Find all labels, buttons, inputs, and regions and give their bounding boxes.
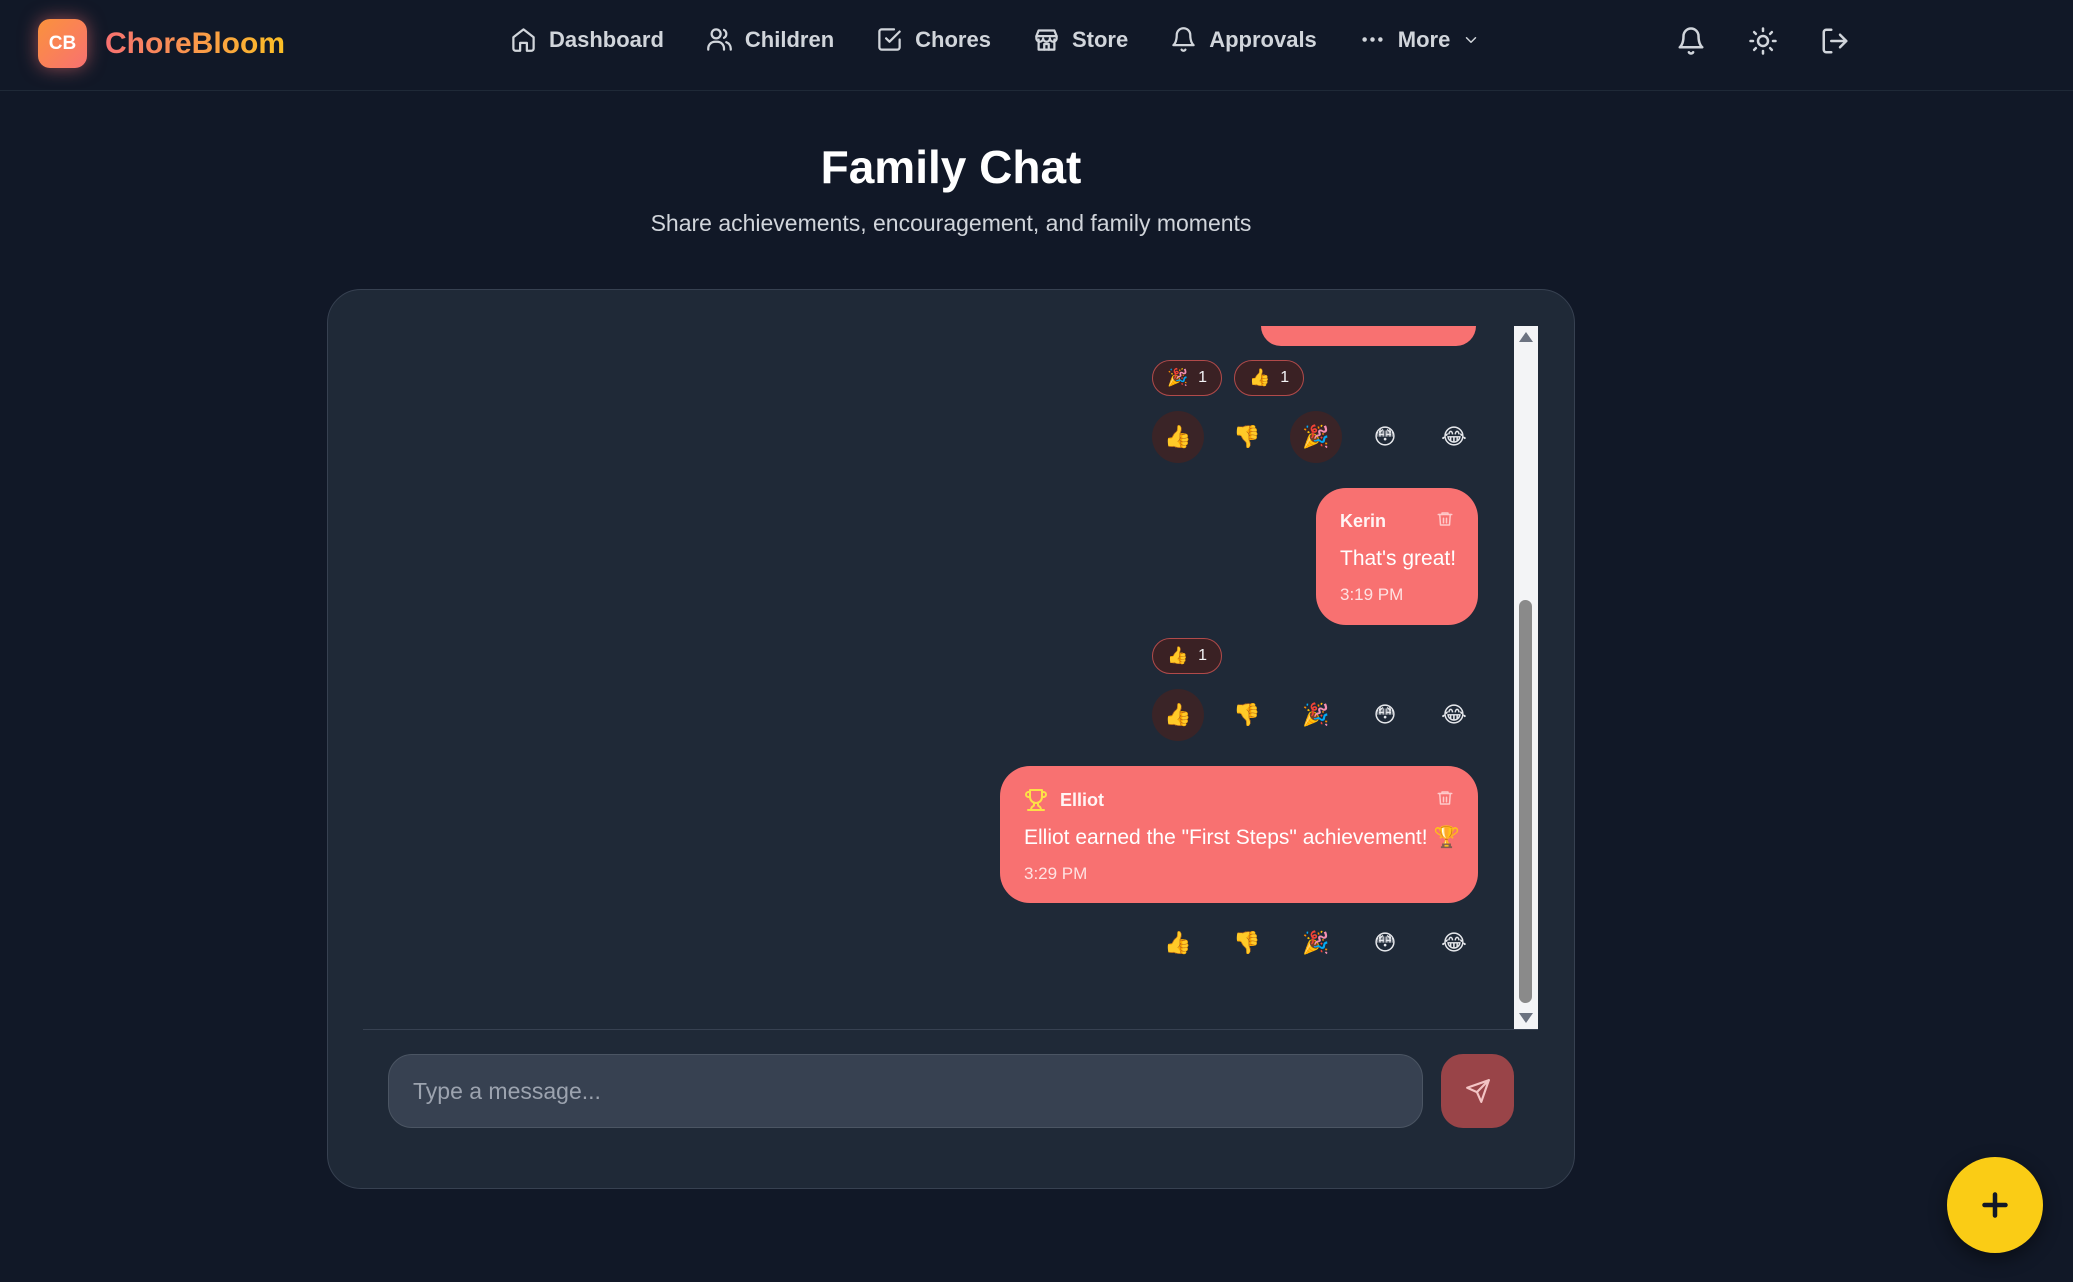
brand-logo: CB [38,19,87,68]
send-message-button[interactable] [1441,1054,1514,1128]
message-bubble-elliot: Elliot Elliot earned the "First Steps" a… [1000,766,1478,903]
react-flushed-button[interactable]: 😳 [1359,689,1411,741]
message-bubble-kerin: Kerin That's great! 3:19 PM [1316,488,1478,625]
react-thumbs-down-button[interactable]: 👎 [1221,689,1273,741]
react-thumbs-up-button[interactable]: 👍 [1152,411,1204,463]
scroll-up-arrow-icon[interactable] [1519,332,1533,342]
home-icon [512,28,535,52]
react-party-button[interactable]: 🎉 [1290,917,1342,969]
logout-icon [1822,28,1848,54]
nav-item-label: More [1397,26,1451,52]
trash-icon [1437,512,1453,526]
main-nav: Dashboard Children Chores Store Approval… [510,26,1522,53]
nav-item-label: Children [744,26,835,52]
logout-button[interactable] [1820,26,1850,56]
more-horizontal-icon [1362,37,1383,42]
message-sender: Kerin [1340,511,1387,531]
thumbs-up-emoji: 👍 [1249,368,1271,387]
previous-message-bubble [1261,326,1476,346]
page-subtitle: Share achievements, encouragement, and f… [650,210,1252,236]
react-thumbs-up-button[interactable]: 👍 [1152,689,1204,741]
delete-message-button[interactable] [1436,789,1454,812]
notifications-bell-icon [1678,27,1704,55]
delete-message-button[interactable] [1436,510,1454,533]
store-icon [1035,29,1058,51]
nav-item-approvals[interactable]: Approvals [1170,26,1317,53]
scroll-down-arrow-icon[interactable] [1519,1013,1533,1023]
nav-item-chores[interactable]: Chores [876,26,991,53]
reaction-count: 1 [1198,647,1208,664]
react-thumbs-down-button[interactable]: 👎 [1221,917,1273,969]
scrollbar-thumb[interactable] [1519,600,1532,1003]
react-flushed-button[interactable]: 😳 [1359,917,1411,969]
nav-item-label: Dashboard [549,26,664,52]
react-laugh-button[interactable]: 😂 [1428,689,1480,741]
trash-icon [1437,790,1453,805]
reaction-picker-kerin: 👍 👎 🎉 😳 😂 [1152,689,1497,741]
reaction-picker-previous: 👍 👎 🎉 😳 😂 [1152,411,1497,463]
message-input[interactable] [388,1054,1423,1128]
message-header: Kerin [1340,510,1454,533]
header-actions [1676,26,1892,56]
trophy-icon [1025,789,1047,811]
nav-item-label: Chores [915,26,991,52]
add-fab-button[interactable] [1947,1157,2043,1253]
message-text: That's great! [1340,547,1457,570]
notifications-button[interactable] [1676,26,1706,56]
message-sender: Elliot [1024,788,1104,812]
message-time: 3:29 PM [1024,864,1088,883]
nav-item-children[interactable]: Children [706,26,834,53]
reaction-picker-elliot: 👍 👎 🎉 😳 😂 [1152,917,1497,969]
react-party-button[interactable]: 🎉 [1290,689,1342,741]
reaction-counts-kerin: 👍 1 [1152,638,1234,674]
reaction-count-chip[interactable]: 👍 1 [1234,360,1305,396]
nav-item-store[interactable]: Store [1033,26,1128,53]
message-sender-name: Elliot [1060,789,1104,810]
thumbs-up-emoji: 👍 [1167,646,1189,665]
message-time: 3:19 PM [1340,585,1404,604]
users-icon [707,28,732,51]
react-thumbs-up-button[interactable]: 👍 [1152,917,1204,969]
party-emoji: 🎉 [1167,368,1189,387]
brand-name: ChoreBloom [105,26,285,60]
reaction-count: 1 [1280,369,1290,386]
reaction-count-chip[interactable]: 👍 1 [1152,638,1223,674]
bell-icon [1172,27,1195,52]
react-laugh-button[interactable]: 😂 [1428,917,1480,969]
reaction-counts-previous: 🎉 1 👍 1 [1152,360,1316,396]
reaction-count-chip[interactable]: 🎉 1 [1152,360,1223,396]
react-party-button[interactable]: 🎉 [1290,411,1342,463]
nav-item-label: Store [1071,26,1129,52]
theme-toggle-button[interactable] [1748,26,1778,56]
messages-scrollbar[interactable] [1514,326,1538,1029]
send-icon [1465,1079,1490,1103]
react-flushed-button[interactable]: 😳 [1359,411,1411,463]
reaction-count: 1 [1198,369,1208,386]
check-square-icon [878,28,901,51]
react-thumbs-down-button[interactable]: 👎 [1221,411,1273,463]
nav-item-dashboard[interactable]: Dashboard [510,26,664,53]
theme-sun-icon [1749,27,1777,55]
react-laugh-button[interactable]: 😂 [1428,411,1480,463]
chevron-down-icon [1466,36,1477,43]
composer-divider [363,1029,1538,1030]
nav-item-more[interactable]: More [1359,26,1481,53]
message-header: Elliot [1024,788,1454,812]
page-title: Family Chat [820,141,1082,193]
top-navigation-bar: CB ChoreBloom Dashboard Children Chores … [0,0,2073,91]
brand[interactable]: CB ChoreBloom [38,19,285,68]
nav-item-label: Approvals [1209,26,1317,52]
plus-icon [1982,1192,2008,1218]
message-text: Elliot earned the "First Steps" achievem… [1024,826,1460,849]
